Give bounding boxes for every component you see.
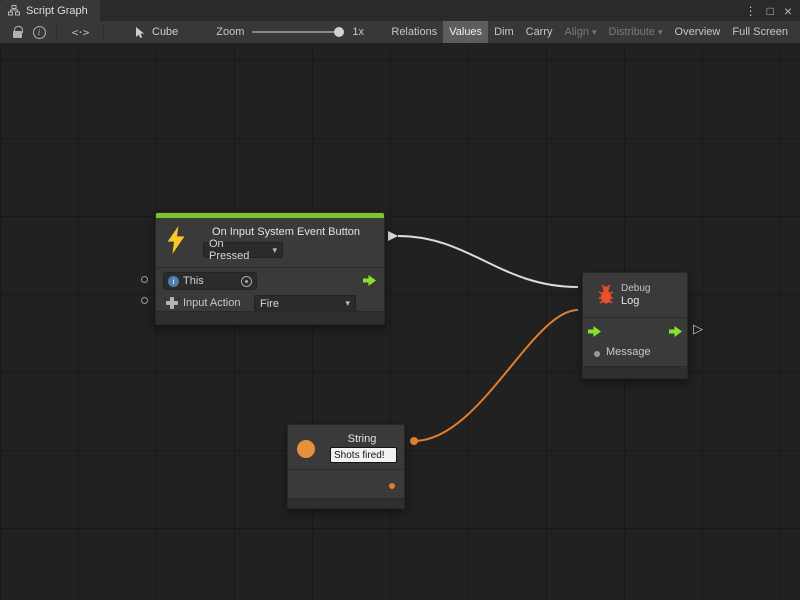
tab-script-graph[interactable]: Script Graph xyxy=(0,0,100,21)
node-title: String xyxy=(326,433,398,445)
lightning-icon xyxy=(166,226,186,254)
zoom-slider[interactable] xyxy=(252,31,344,33)
distribute-dropdown-button[interactable]: Distribute▾ xyxy=(603,21,669,43)
align-dropdown-button[interactable]: Align▾ xyxy=(559,21,603,43)
toolbar-buttons: Relations Values Dim Carry Align▾ Distri… xyxy=(385,21,794,43)
overview-button[interactable]: Overview xyxy=(669,21,727,43)
this-label: This xyxy=(183,275,204,287)
maximize-icon[interactable]: □ xyxy=(767,5,774,17)
node-category: Debug xyxy=(621,283,650,294)
separator xyxy=(56,25,57,40)
control-wire[interactable] xyxy=(398,236,578,287)
input-action-icon xyxy=(166,297,178,309)
dim-button[interactable]: Dim xyxy=(488,21,520,43)
this-object-field[interactable]: i This xyxy=(163,272,257,290)
graph-icon xyxy=(8,5,20,16)
chevron-down-icon: ▾ xyxy=(272,245,277,256)
lock-icon[interactable] xyxy=(6,21,28,43)
node-title: Log xyxy=(621,295,639,307)
object-icon: i xyxy=(168,276,179,287)
graph-canvas[interactable]: On Input System Event Button On Pressed … xyxy=(0,44,800,600)
message-label: Message xyxy=(606,346,651,358)
divider xyxy=(288,469,404,470)
chevron-down-icon: ▾ xyxy=(345,298,350,309)
message-input-port[interactable] xyxy=(594,351,600,357)
wire-start-arrow xyxy=(388,231,398,241)
object-picker-icon[interactable] xyxy=(241,276,252,287)
divider xyxy=(156,267,384,268)
node-on-input-system-event-button[interactable]: On Input System Event Button On Pressed … xyxy=(155,212,385,325)
input-action-label: Input Action xyxy=(183,297,241,309)
node-string-literal[interactable]: String xyxy=(287,424,405,509)
tab-label: Script Graph xyxy=(26,5,88,17)
fullscreen-button[interactable]: Full Screen xyxy=(726,21,794,43)
action-input-port[interactable] xyxy=(141,297,148,304)
window-titlebar: Script Graph ⋮ □ × xyxy=(0,0,800,21)
action-dropdown[interactable]: Fire ▾ xyxy=(254,295,356,312)
this-input-port[interactable] xyxy=(141,276,148,283)
value-wire[interactable] xyxy=(414,310,578,441)
carry-button[interactable]: Carry xyxy=(520,21,559,43)
string-type-icon xyxy=(297,440,315,458)
graph-target-label: Cube xyxy=(152,26,178,38)
zoom-slider-knob[interactable] xyxy=(334,27,344,37)
trigger-output-port[interactable] xyxy=(363,275,376,286)
close-icon[interactable]: × xyxy=(784,4,792,18)
window-menu-icon[interactable]: ⋮ xyxy=(745,5,757,17)
relations-button[interactable]: Relations xyxy=(385,21,443,43)
node-footer xyxy=(583,366,687,378)
node-title: On Input System Event Button xyxy=(194,226,378,238)
event-accent-bar xyxy=(156,213,384,218)
bug-icon xyxy=(595,282,617,306)
flow-input-port[interactable] xyxy=(588,326,601,337)
zoom-value: 1x xyxy=(352,26,364,38)
node-debug-log[interactable]: Debug Log ▷ Message xyxy=(582,272,688,379)
node-footer xyxy=(288,498,404,508)
node-footer xyxy=(156,311,384,324)
string-output-port[interactable] xyxy=(389,483,395,489)
pointer-icon xyxy=(128,21,150,43)
zoom-label: Zoom xyxy=(216,26,244,38)
values-button[interactable]: Values xyxy=(443,21,488,43)
flow-output-port[interactable] xyxy=(669,326,682,337)
graph-toolbar: i <·> Cube Zoom 1x Relations Values Dim … xyxy=(0,21,800,44)
chevron-down-icon: ▾ xyxy=(592,27,597,38)
separator xyxy=(103,25,104,40)
continue-triangle-icon: ▷ xyxy=(693,322,703,335)
divider xyxy=(583,317,687,318)
chevron-down-icon: ▾ xyxy=(658,27,663,38)
string-value-input[interactable] xyxy=(330,447,397,463)
on-pressed-dropdown[interactable]: On Pressed ▾ xyxy=(203,242,283,258)
code-view-icon[interactable]: <·> xyxy=(63,21,97,43)
info-icon[interactable]: i xyxy=(28,21,50,43)
